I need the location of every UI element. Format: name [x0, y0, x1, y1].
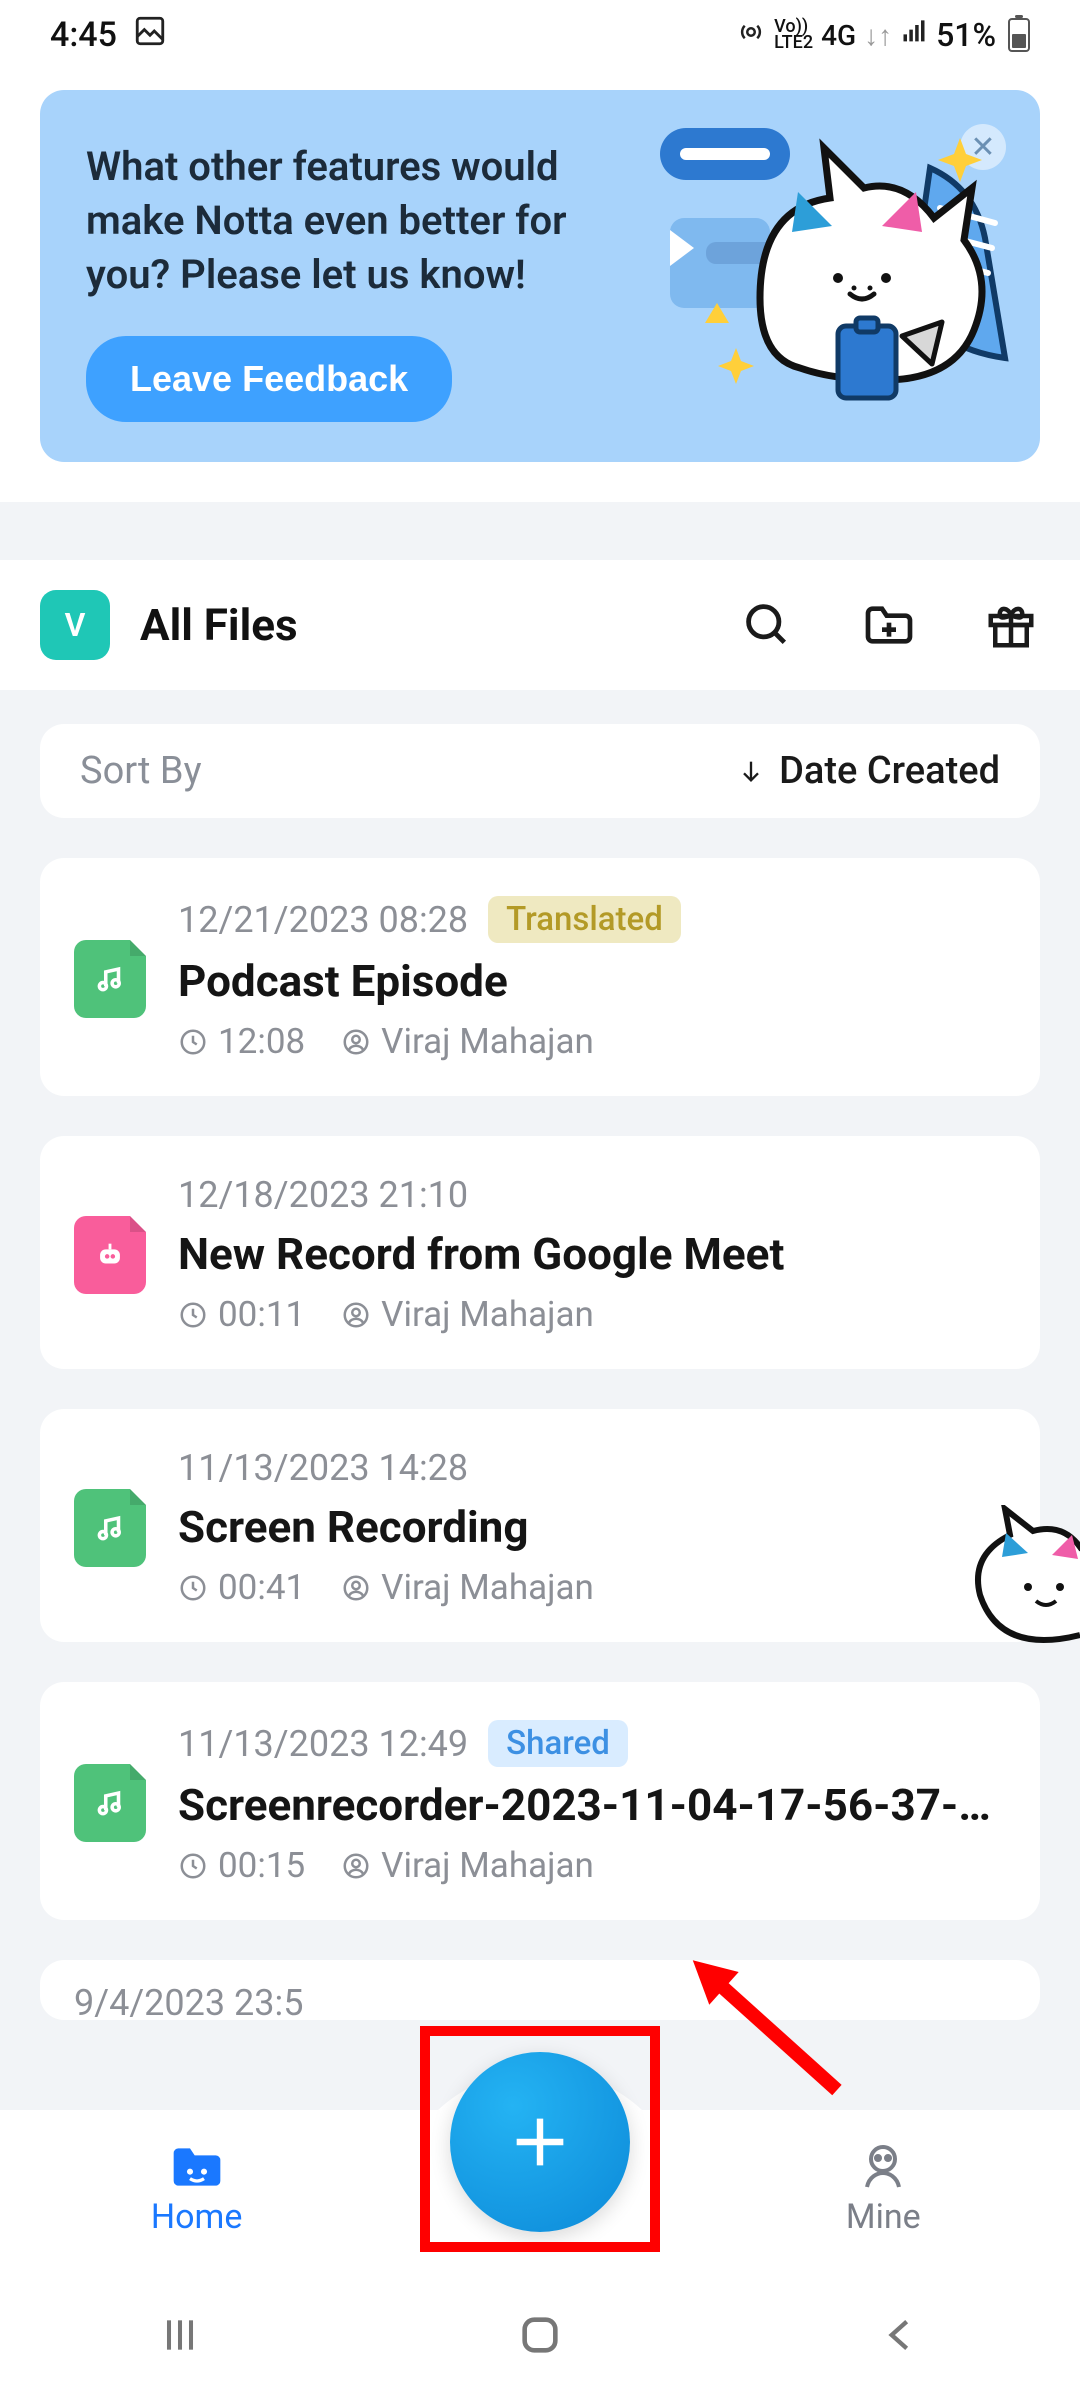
status-bar: 4:45 Vo))LTE2 4G ↓↑ 51%: [0, 0, 1080, 70]
gift-icon[interactable]: [982, 596, 1040, 654]
file-datetime: 9/4/2023 23:5: [74, 1982, 303, 2020]
file-datetime: 12/18/2023 21:10: [178, 1174, 468, 1216]
banner-illustration: [640, 108, 1020, 444]
battery-icon: [1008, 18, 1030, 52]
audio-file-icon: [74, 940, 146, 1018]
translated-badge: Translated: [488, 896, 681, 943]
signal-icon: [900, 18, 928, 53]
clock-icon: [178, 1573, 208, 1603]
status-time: 4:45: [50, 15, 117, 55]
gallery-icon: [133, 14, 167, 57]
file-owner: Viraj Mahajan: [381, 1021, 594, 1062]
bot-file-icon: [74, 1216, 146, 1294]
add-button[interactable]: [450, 2052, 630, 2232]
person-icon: [341, 1573, 371, 1603]
nav-mine-label: Mine: [846, 2197, 921, 2237]
sort-by-label: Sort By: [80, 749, 202, 793]
file-card[interactable]: 11/13/2023 14:28 Screen Recording 00:41 …: [40, 1409, 1040, 1642]
avatar[interactable]: V: [40, 590, 110, 660]
file-duration: 00:11: [218, 1294, 305, 1335]
home-button[interactable]: [510, 2305, 570, 2365]
audio-file-icon: [74, 1489, 146, 1567]
file-title: New Record from Google Meet: [178, 1228, 1006, 1280]
file-owner: Viraj Mahajan: [381, 1567, 594, 1608]
file-datetime: 11/13/2023 12:49: [178, 1723, 468, 1765]
clock-icon: [178, 1027, 208, 1057]
battery-percent: 51%: [936, 16, 996, 54]
shared-badge: Shared: [488, 1720, 628, 1767]
file-card[interactable]: 11/13/2023 12:49 Shared Screenrecorder-2…: [40, 1682, 1040, 1920]
person-icon: [341, 1851, 371, 1881]
hotspot-icon: [736, 17, 766, 54]
feedback-banner[interactable]: What other features would make Notta eve…: [40, 90, 1040, 462]
nav-mine[interactable]: Mine: [733, 2143, 1033, 2237]
file-owner: Viraj Mahajan: [381, 1294, 594, 1335]
sort-bar[interactable]: Sort By Date Created: [40, 724, 1040, 818]
mascot-icon[interactable]: [960, 1505, 1080, 1645]
file-duration: 12:08: [218, 1021, 305, 1062]
file-owner: Viraj Mahajan: [381, 1845, 594, 1886]
file-card[interactable]: 12/21/2023 08:28 Translated Podcast Epis…: [40, 858, 1040, 1096]
mine-icon: [859, 2143, 907, 2191]
system-nav: [0, 2270, 1080, 2400]
section-header: V All Files: [0, 560, 1080, 690]
home-folder-icon: [169, 2143, 225, 2191]
arrow-down-icon: [737, 757, 765, 785]
updown-icon: ↓↑: [864, 19, 892, 52]
file-card[interactable]: 9/4/2023 23:5: [40, 1960, 1040, 2020]
search-icon[interactable]: [738, 596, 796, 654]
file-title: Podcast Episode: [178, 955, 1006, 1007]
plus-icon: [505, 2107, 575, 2177]
nav-home-label: Home: [151, 2197, 243, 2237]
status-lte2: LTE2: [774, 35, 813, 51]
person-icon: [341, 1027, 371, 1057]
file-datetime: 12/21/2023 08:28: [178, 899, 468, 941]
clock-icon: [178, 1851, 208, 1881]
person-icon: [341, 1300, 371, 1330]
recents-button[interactable]: [150, 2305, 210, 2365]
file-title: Screen Recording: [178, 1501, 1006, 1553]
file-datetime: 11/13/2023 14:28: [178, 1447, 468, 1489]
audio-file-icon: [74, 1764, 146, 1842]
clock-icon: [178, 1300, 208, 1330]
file-duration: 00:41: [218, 1567, 305, 1608]
page-title: All Files: [140, 599, 708, 651]
leave-feedback-button[interactable]: Leave Feedback: [86, 336, 452, 422]
file-title: Screenrecorder-2023-11-04-17-56-37-9…: [178, 1779, 1006, 1831]
back-button[interactable]: [870, 2305, 930, 2365]
sort-value: Date Created: [779, 749, 1000, 793]
file-card[interactable]: 12/18/2023 21:10 New Record from Google …: [40, 1136, 1040, 1369]
file-duration: 00:15: [218, 1845, 305, 1886]
new-folder-icon[interactable]: [860, 596, 918, 654]
banner-text: What other features would make Notta eve…: [86, 140, 586, 302]
nav-home[interactable]: Home: [47, 2143, 347, 2237]
status-4g: 4G: [821, 19, 856, 52]
